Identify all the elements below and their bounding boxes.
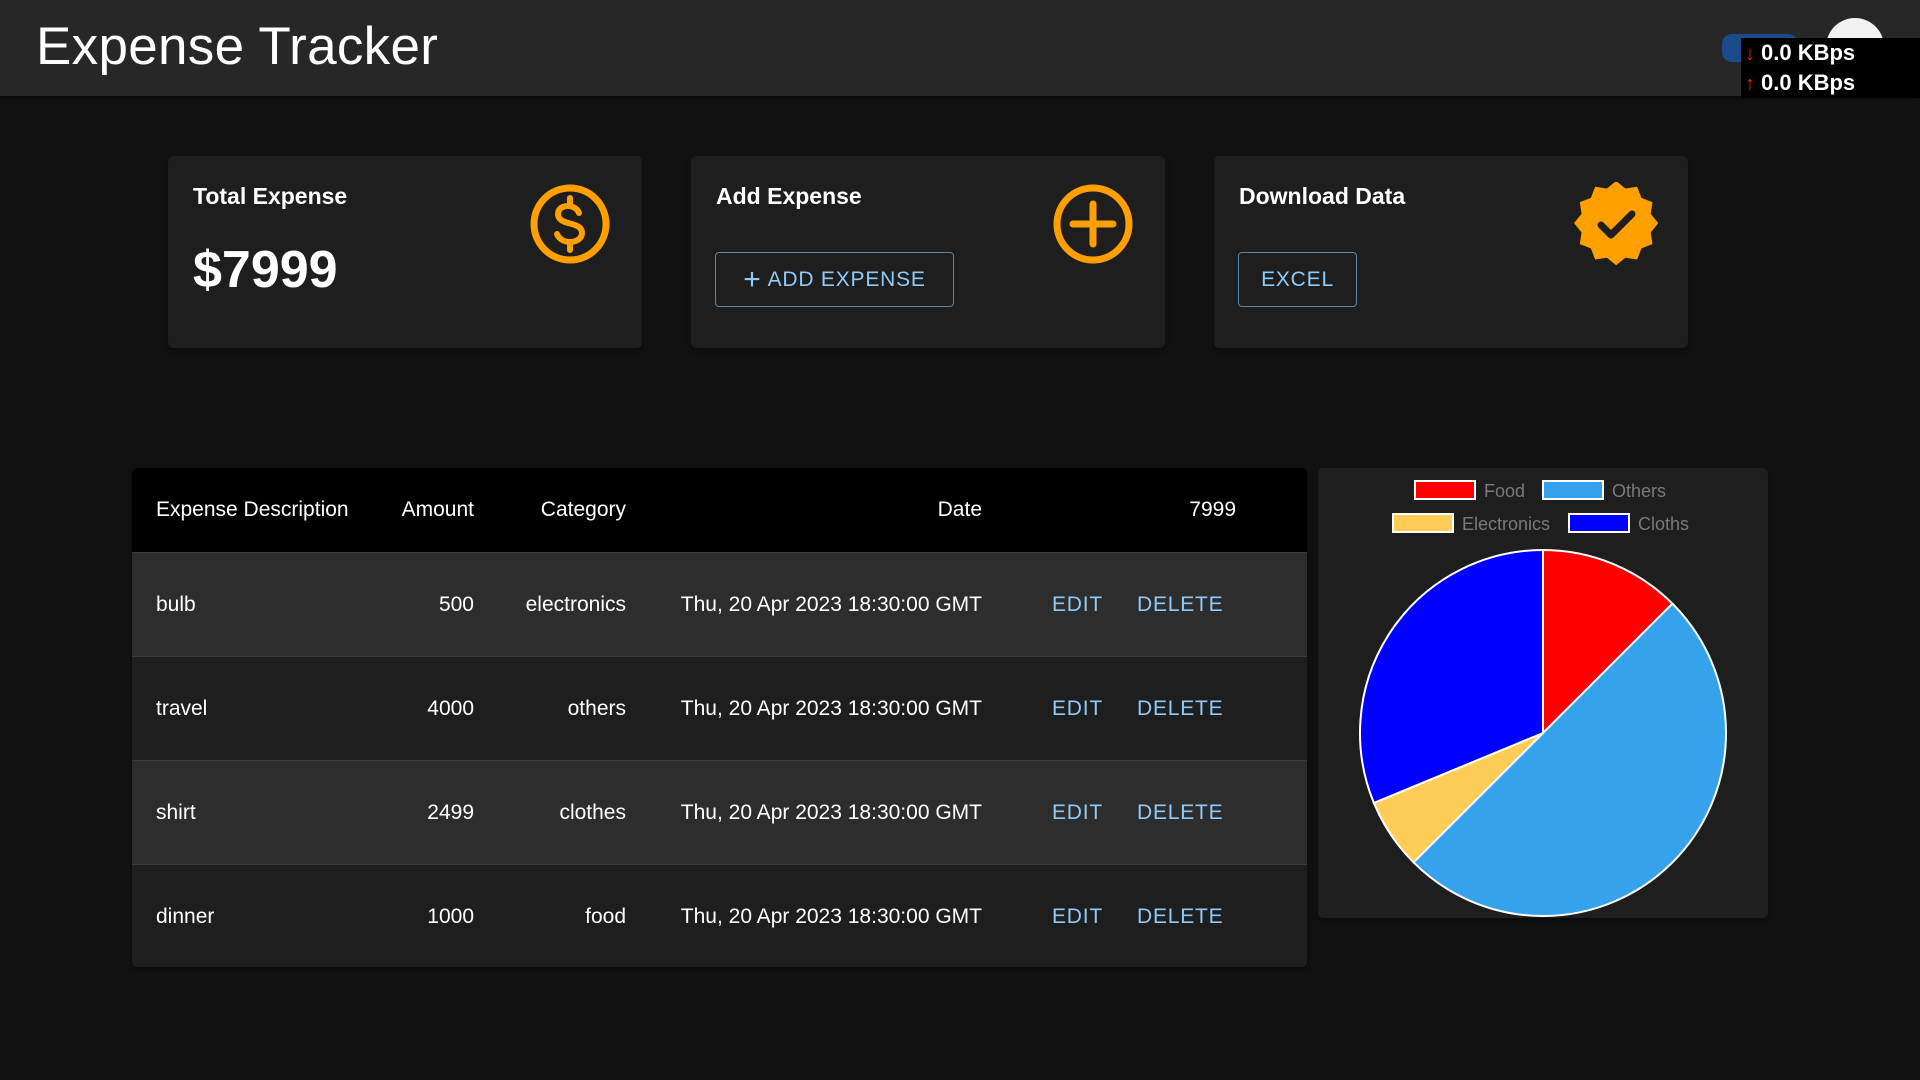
- download-speed: 0.0 KBps: [1761, 40, 1856, 65]
- excel-button-label: EXCEL: [1261, 267, 1334, 291]
- download-data-title: Download Data: [1239, 183, 1406, 209]
- row-category: food: [585, 905, 626, 928]
- edit-button[interactable]: EDIT: [1052, 553, 1103, 656]
- legend-swatch-cloths[interactable]: [1568, 513, 1630, 533]
- add-expense-button-label: ADD EXPENSE: [767, 267, 926, 291]
- pie-chart-svg: Food Others Electronics Cloths: [1359, 480, 1728, 918]
- delete-button[interactable]: DELETE: [1137, 761, 1224, 864]
- add-expense-title: Add Expense: [716, 183, 862, 209]
- row-description: travel: [156, 697, 208, 720]
- add-expense-button[interactable]: + ADD EXPENSE: [715, 252, 954, 307]
- expense-table: Expense Description Amount Category Date…: [132, 468, 1307, 967]
- header-amount: Amount: [401, 498, 474, 521]
- row-amount: 1000: [427, 905, 474, 928]
- legend-swatch-others[interactable]: [1542, 480, 1604, 500]
- row-date: Thu, 20 Apr 2023 18:30:00 GMT: [680, 593, 982, 616]
- legend-label-electronics[interactable]: Electronics: [1462, 514, 1550, 534]
- table-header-row: Expense Description Amount Category Date…: [132, 468, 1307, 552]
- header-description: Expense Description: [156, 498, 349, 521]
- excel-download-button[interactable]: EXCEL: [1238, 252, 1357, 307]
- row-date: Thu, 20 Apr 2023 18:30:00 GMT: [680, 697, 982, 720]
- app-title: Expense Tracker: [36, 17, 439, 76]
- total-expense-amount: $7999: [193, 241, 338, 299]
- row-date: Thu, 20 Apr 2023 18:30:00 GMT: [680, 801, 982, 824]
- upload-speed-row: ↑ 0.0 KBps: [1745, 68, 1920, 98]
- row-category: clothes: [559, 801, 626, 824]
- download-speed-row: ↓ 0.0 KBps: [1745, 38, 1920, 68]
- total-expense-card: Total Expense $7999: [168, 156, 642, 348]
- row-date: Thu, 20 Apr 2023 18:30:00 GMT: [680, 905, 982, 928]
- edit-button[interactable]: EDIT: [1052, 865, 1103, 967]
- expense-pie-chart: Food Others Electronics Cloths: [1318, 468, 1768, 918]
- row-amount: 500: [438, 593, 474, 616]
- legend-label-food[interactable]: Food: [1484, 481, 1525, 501]
- table-row: bulb 500 electronics Thu, 20 Apr 2023 18…: [132, 552, 1307, 656]
- row-amount: 4000: [427, 697, 474, 720]
- delete-button[interactable]: DELETE: [1137, 865, 1224, 967]
- dollar-circle-icon: [530, 184, 610, 264]
- legend-label-others[interactable]: Others: [1612, 481, 1666, 501]
- add-expense-card: Add Expense + ADD EXPENSE: [691, 156, 1165, 348]
- download-data-card: Download Data EXCEL: [1214, 156, 1688, 348]
- total-expense-title: Total Expense: [193, 183, 348, 209]
- table-row: dinner 1000 food Thu, 20 Apr 2023 18:30:…: [132, 864, 1307, 967]
- edit-button[interactable]: EDIT: [1052, 657, 1103, 760]
- delete-button[interactable]: DELETE: [1137, 657, 1224, 760]
- upload-arrow-icon: ↑: [1745, 73, 1755, 95]
- delete-button[interactable]: DELETE: [1137, 553, 1224, 656]
- row-category: electronics: [525, 593, 626, 616]
- legend-label-cloths[interactable]: Cloths: [1638, 514, 1689, 534]
- row-description: dinner: [156, 905, 215, 928]
- upload-speed: 0.0 KBps: [1761, 70, 1856, 95]
- legend-swatch-electronics[interactable]: [1392, 513, 1454, 533]
- app-bar: Expense Tracker ↓ 0.0 KBps ↑ 0.0 KBps: [0, 0, 1920, 98]
- verified-badge-icon: [1574, 182, 1658, 266]
- header-total: 7999: [1189, 498, 1236, 521]
- network-speed-widget: ↓ 0.0 KBps ↑ 0.0 KBps: [1741, 38, 1920, 98]
- legend-swatch-food[interactable]: [1414, 480, 1476, 500]
- row-description: bulb: [156, 593, 196, 616]
- table-row: shirt 2499 clothes Thu, 20 Apr 2023 18:3…: [132, 760, 1307, 864]
- header-date: Date: [937, 498, 982, 521]
- plus-icon: +: [743, 262, 762, 296]
- row-amount: 2499: [427, 801, 474, 824]
- row-category: others: [567, 697, 626, 720]
- download-arrow-icon: ↓: [1745, 43, 1755, 65]
- edit-button[interactable]: EDIT: [1052, 761, 1103, 864]
- row-description: shirt: [156, 801, 196, 824]
- header-category: Category: [540, 498, 626, 521]
- plus-circle-icon[interactable]: [1051, 182, 1135, 266]
- table-row: travel 4000 others Thu, 20 Apr 2023 18:3…: [132, 656, 1307, 760]
